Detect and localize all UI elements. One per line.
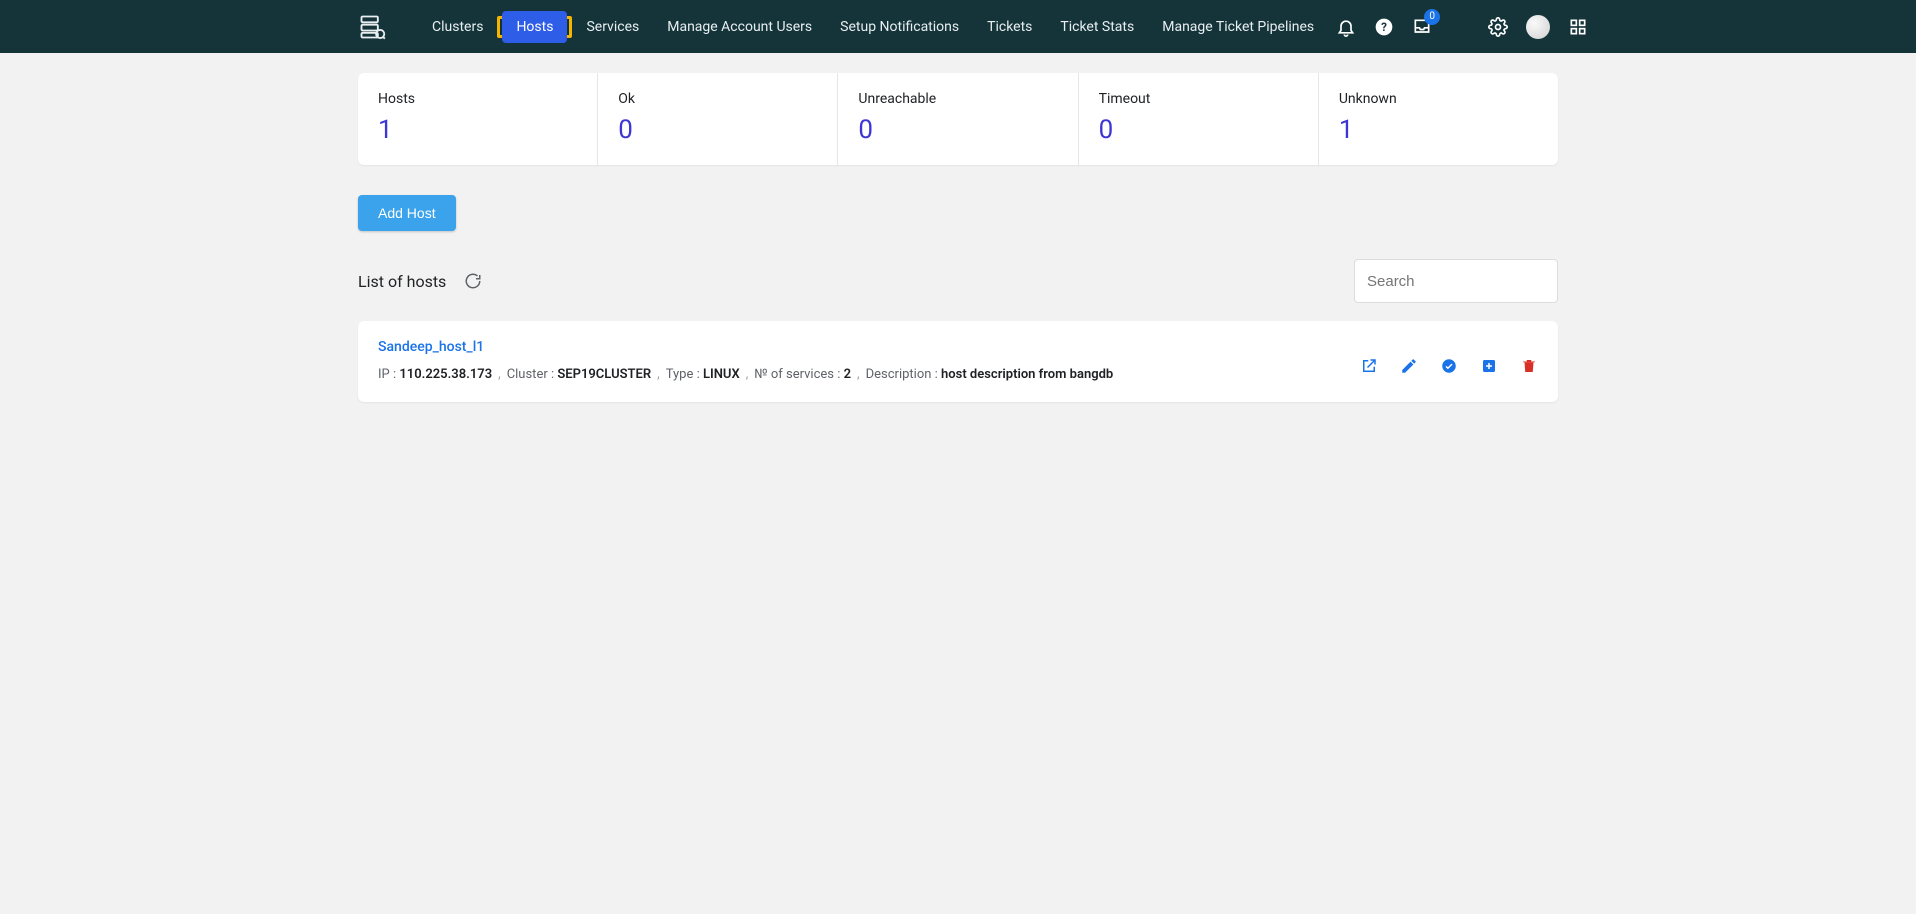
host-cluster: Cluster : SEP19CLUSTER bbox=[507, 367, 651, 382]
stat-label: Unknown bbox=[1339, 91, 1538, 107]
nav-tickets[interactable]: Tickets bbox=[973, 11, 1046, 43]
stat-value: 1 bbox=[378, 115, 577, 145]
meta-separator: , bbox=[657, 367, 660, 382]
stat-unreachable: Unreachable 0 bbox=[838, 73, 1077, 165]
main-container: Hosts 1 Ok 0 Unreachable 0 Timeout 0 Unk… bbox=[358, 53, 1558, 422]
nav-hosts-highlight: Hosts bbox=[497, 16, 572, 38]
stats-row: Hosts 1 Ok 0 Unreachable 0 Timeout 0 Unk… bbox=[358, 73, 1558, 165]
stat-label: Hosts bbox=[378, 91, 577, 107]
svg-text:?: ? bbox=[1381, 20, 1387, 34]
stat-unknown: Unknown 1 bbox=[1319, 73, 1558, 165]
stat-value: 0 bbox=[1099, 115, 1298, 145]
stat-hosts: Hosts 1 bbox=[358, 73, 597, 165]
delete-icon[interactable] bbox=[1520, 357, 1538, 375]
nav-manage-account-users[interactable]: Manage Account Users bbox=[653, 11, 826, 43]
meta-separator: , bbox=[857, 367, 860, 382]
inbox-icon[interactable]: 0 bbox=[1412, 17, 1432, 37]
host-type: Type : LINUX bbox=[666, 367, 740, 382]
refresh-icon[interactable] bbox=[464, 272, 482, 290]
list-title-wrap: List of hosts bbox=[358, 272, 482, 291]
stat-timeout: Timeout 0 bbox=[1079, 73, 1318, 165]
user-avatar[interactable] bbox=[1526, 15, 1550, 39]
stat-value: 1 bbox=[1339, 115, 1538, 145]
nav-manage-ticket-pipelines[interactable]: Manage Ticket Pipelines bbox=[1148, 11, 1328, 43]
app-logo-icon bbox=[358, 13, 386, 41]
host-card: Sandeep_host_l1 IP : 110.225.38.173 , Cl… bbox=[358, 321, 1558, 402]
nav-setup-notifications[interactable]: Setup Notifications bbox=[826, 11, 973, 43]
navbar-inner: Clusters Hosts Services Manage Account U… bbox=[358, 11, 1558, 43]
add-host-button[interactable]: Add Host bbox=[358, 195, 456, 231]
stat-value: 0 bbox=[858, 115, 1057, 145]
settings-icon[interactable] bbox=[1488, 17, 1508, 37]
stat-label: Timeout bbox=[1099, 91, 1298, 107]
search-box[interactable] bbox=[1354, 259, 1558, 303]
bell-icon[interactable] bbox=[1336, 17, 1356, 37]
search-input[interactable] bbox=[1367, 273, 1566, 290]
help-icon[interactable]: ? bbox=[1374, 17, 1394, 37]
stat-value: 0 bbox=[618, 115, 817, 145]
list-header: List of hosts bbox=[358, 259, 1558, 303]
nav-links: Clusters Hosts Services Manage Account U… bbox=[418, 11, 1328, 43]
meta-separator: , bbox=[498, 367, 501, 382]
stat-ok: Ok 0 bbox=[598, 73, 837, 165]
add-box-icon[interactable] bbox=[1480, 357, 1498, 375]
stat-label: Unreachable bbox=[858, 91, 1057, 107]
edit-icon[interactable] bbox=[1400, 357, 1418, 375]
nav-ticket-stats[interactable]: Ticket Stats bbox=[1046, 11, 1148, 43]
host-meta: IP : 110.225.38.173 , Cluster : SEP19CLU… bbox=[378, 367, 1113, 382]
check-circle-icon[interactable] bbox=[1440, 357, 1458, 375]
nav-clusters[interactable]: Clusters bbox=[418, 11, 497, 43]
list-title: List of hosts bbox=[358, 272, 446, 291]
host-info: Sandeep_host_l1 IP : 110.225.38.173 , Cl… bbox=[378, 339, 1113, 382]
host-description: Description : host description from bang… bbox=[866, 367, 1114, 382]
open-external-icon[interactable] bbox=[1360, 357, 1378, 375]
top-navbar: Clusters Hosts Services Manage Account U… bbox=[0, 0, 1916, 53]
nav-icon-tray: ? 0 bbox=[1336, 15, 1588, 39]
inbox-badge: 0 bbox=[1424, 9, 1440, 25]
apps-grid-icon[interactable] bbox=[1568, 17, 1588, 37]
host-name-link[interactable]: Sandeep_host_l1 bbox=[378, 339, 484, 355]
nav-services[interactable]: Services bbox=[572, 11, 653, 43]
theme-toggle-icon[interactable] bbox=[1450, 17, 1470, 37]
meta-separator: , bbox=[746, 367, 749, 382]
stat-label: Ok bbox=[618, 91, 817, 107]
host-actions bbox=[1360, 357, 1538, 375]
host-ip: IP : 110.225.38.173 bbox=[378, 367, 492, 382]
nav-hosts[interactable]: Hosts bbox=[502, 11, 567, 43]
host-services: № of services : 2 bbox=[754, 367, 851, 382]
